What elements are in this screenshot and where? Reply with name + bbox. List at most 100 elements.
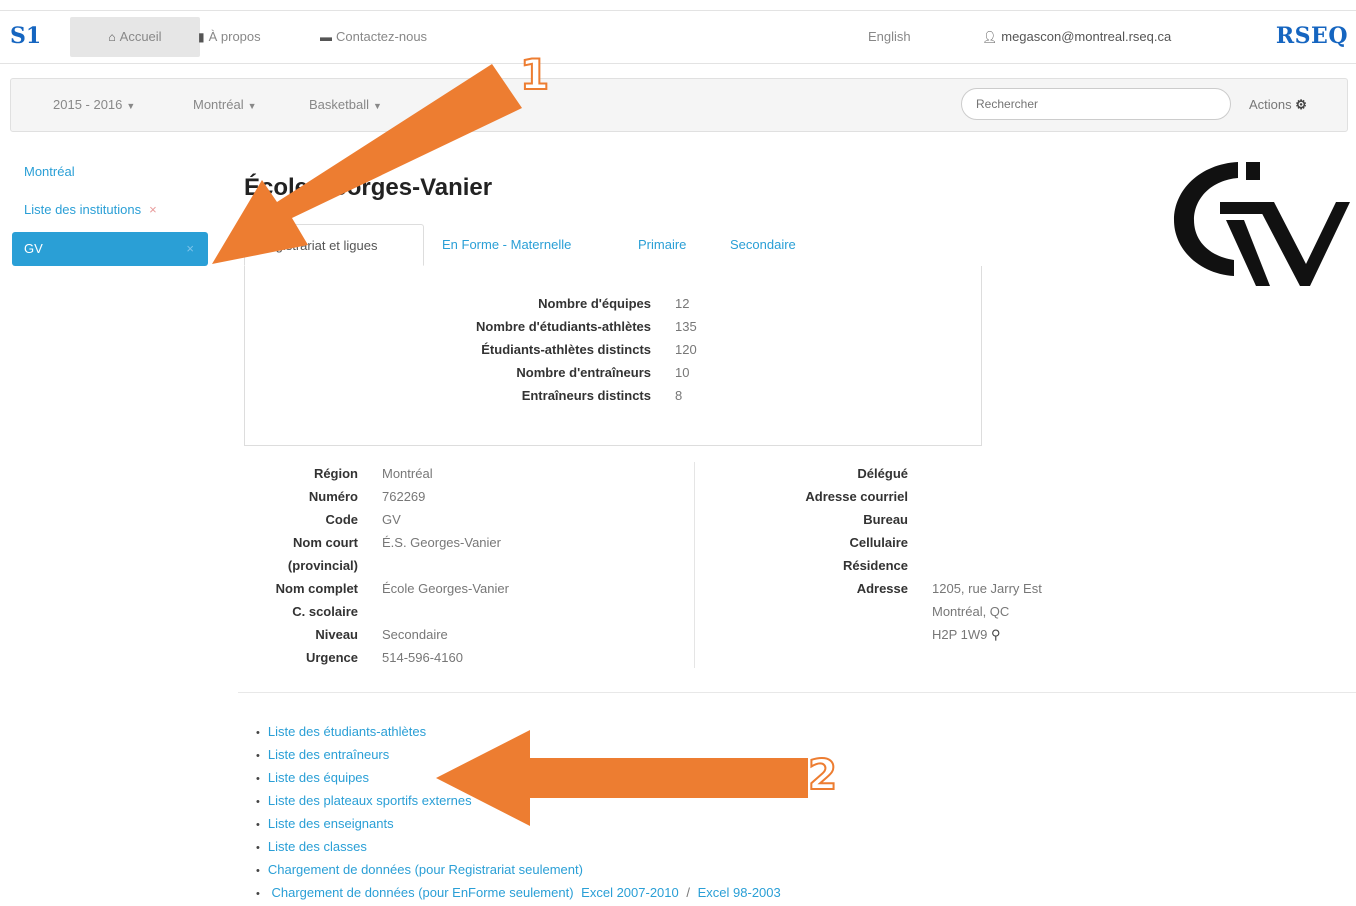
caret-down-icon: ▼	[372, 101, 382, 111]
sport-dropdown[interactable]: Basketball ▼	[309, 79, 382, 131]
stat-value: 8	[675, 388, 683, 403]
info-row: Adresse courriel	[700, 485, 1300, 508]
nav-about[interactable]: ▮ À propos	[186, 17, 273, 57]
info-row: Nom court É.S. Georges-Vanier	[0, 531, 690, 554]
info-value: Montréal	[382, 466, 433, 481]
info-value: École Georges-Vanier	[382, 581, 509, 596]
region-value: Montréal	[193, 97, 244, 112]
tab-enforme[interactable]: En Forme - Maternelle	[428, 224, 585, 266]
info-row: Nom complet École Georges-Vanier	[0, 577, 690, 600]
close-icon[interactable]: ×	[186, 232, 194, 266]
info-row: H2P 1W9 ⚲	[700, 623, 1300, 646]
info-label: Numéro	[308, 489, 358, 504]
sidebar-item-label: Liste des institutions	[24, 202, 142, 217]
info-row: Montréal, QC	[700, 600, 1300, 623]
sidebar-item-gv[interactable]: GV ×	[12, 232, 208, 266]
info-label: Urgence	[305, 650, 358, 665]
map-marker-icon[interactable]: ⚲	[991, 627, 1001, 642]
info-label: Bureau	[863, 512, 908, 527]
info-value: 514-596-4160	[382, 650, 463, 665]
list-item[interactable]: Chargement de données (pour Registrariat…	[256, 858, 781, 881]
list-item[interactable]: Liste des plateaux sportifs externes	[256, 789, 781, 812]
link-teams[interactable]: Liste des équipes	[268, 770, 369, 785]
list-item[interactable]: Liste des classes	[256, 835, 781, 858]
stat-label: Entraîneurs distincts	[521, 388, 651, 403]
link-upload-registrariat[interactable]: Chargement de données (pour Registrariat…	[268, 862, 583, 877]
link-classes[interactable]: Liste des classes	[268, 839, 367, 854]
school-logo	[1174, 162, 1350, 286]
search-input[interactable]	[961, 88, 1231, 120]
stat-value: 135	[675, 319, 697, 334]
link-coaches[interactable]: Liste des entraîneurs	[268, 747, 389, 762]
info-row: Niveau Secondaire	[0, 623, 690, 646]
tab-primaire[interactable]: Primaire	[624, 224, 700, 266]
info-value: 1205, rue Jarry Est	[932, 581, 1042, 596]
list-item[interactable]: Liste des étudiants-athlètes	[256, 720, 781, 743]
link-teachers[interactable]: Liste des enseignants	[268, 816, 394, 831]
link-upload-enforme[interactable]: Chargement de données (pour EnForme seul…	[271, 885, 573, 900]
caret-down-icon: ▼	[247, 101, 257, 111]
sidebar-item-institutions[interactable]: Liste des institutions ×	[24, 202, 157, 217]
list-item[interactable]: Liste des entraîneurs	[256, 743, 781, 766]
info-value: É.S. Georges-Vanier	[382, 535, 501, 550]
tab-registrariat[interactable]: Registrariat et ligues	[244, 224, 424, 266]
nav-contact[interactable]: ▬ Contactez-nous	[308, 17, 439, 57]
info-label: Cellulaire	[849, 535, 908, 550]
close-icon[interactable]: ×	[149, 202, 157, 217]
institution-info-left: Région Montréal Numéro 762269 Code GV Nom c…	[0, 462, 690, 669]
link-external-venues[interactable]: Liste des plateaux sportifs externes	[268, 793, 472, 808]
stat-row: Nombre d'entraîneurs 10	[245, 365, 983, 388]
stat-label: Nombre d'étudiants-athlètes	[475, 319, 651, 334]
info-row: Résidence	[700, 554, 1300, 577]
comment-icon: ▬	[320, 30, 332, 44]
user-icon: 👤︎	[982, 30, 998, 44]
nav-home[interactable]: ⌂ Accueil	[70, 17, 200, 57]
file-icon: ▮	[198, 30, 205, 44]
stat-row: Étudiants-athlètes distincts 120	[245, 342, 983, 365]
app-brand[interactable]: S1	[10, 23, 41, 49]
filter-bar: 2015 - 2016▼ Montréal▼ Basketball▼ Actio…	[10, 78, 1348, 132]
institution-info-right: Délégué Adresse courriel Bureau Cellulai…	[700, 462, 1300, 646]
sidebar-item-montreal[interactable]: Montréal	[24, 164, 75, 179]
rseq-logo[interactable]: RSEQ	[1276, 23, 1348, 49]
list-item[interactable]: Liste des enseignants	[256, 812, 781, 835]
stat-label: Nombre d'entraîneurs	[516, 365, 651, 380]
stat-row: Nombre d'étudiants-athlètes 135	[245, 319, 983, 342]
info-row: Code GV	[0, 508, 690, 531]
section-divider	[238, 692, 1356, 693]
list-item[interactable]: Liste des équipes	[256, 766, 781, 789]
season-dropdown[interactable]: 2015 - 2016 ▼	[53, 79, 135, 131]
tab-bar: Registrariat et ligues En Forme - Matern…	[244, 224, 982, 267]
info-value: 762269	[382, 489, 426, 504]
stat-value: 120	[675, 342, 697, 357]
actions-menu[interactable]: Actions ⚙	[1249, 79, 1307, 131]
link-students[interactable]: Liste des étudiants-athlètes	[268, 724, 426, 739]
info-row: Cellulaire	[700, 531, 1300, 554]
info-label: Adresse courriel	[805, 489, 908, 504]
language-link[interactable]: English	[856, 17, 923, 57]
tab-secondaire[interactable]: Secondaire	[716, 224, 810, 266]
actions-label: Actions	[1249, 97, 1292, 112]
stat-label: Étudiants-athlètes distincts	[481, 342, 651, 357]
info-label: Région	[313, 466, 358, 481]
user-menu[interactable]: 👤︎ megascon@montreal.rseq.ca	[970, 17, 1183, 57]
info-row: (provincial)	[0, 554, 690, 577]
info-value: H2P 1W9 ⚲	[932, 623, 1001, 646]
page-title: École Georges-Vanier	[244, 174, 493, 201]
nav-home-label: Accueil	[119, 29, 162, 44]
info-value: Secondaire	[382, 627, 448, 642]
link-excel-98[interactable]: Excel 98-2003	[698, 885, 781, 900]
info-row: Numéro 762269	[0, 485, 690, 508]
user-email: megascon@montreal.rseq.ca	[1001, 29, 1172, 44]
info-label: (provincial)	[287, 558, 358, 573]
stat-row: Nombre d'équipes 12	[245, 296, 983, 319]
info-label: Résidence	[842, 558, 908, 573]
info-label: Code	[325, 512, 359, 527]
list-item[interactable]: Chargement de données (pour EnForme seul…	[256, 881, 781, 904]
nav-about-label: À propos	[208, 29, 261, 44]
region-dropdown[interactable]: Montréal ▼	[193, 79, 257, 131]
stat-value: 12	[675, 296, 690, 311]
season-value: 2015 - 2016	[53, 97, 123, 112]
postal-code: H2P 1W9	[932, 627, 988, 642]
link-excel-2007[interactable]: Excel 2007-2010	[581, 885, 679, 900]
